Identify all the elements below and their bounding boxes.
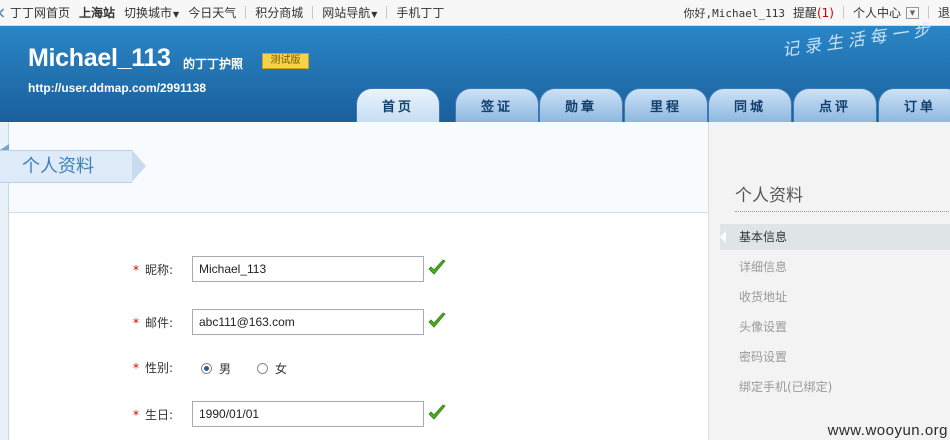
site-nav-link[interactable]: 网站导航▼ [322, 4, 377, 21]
divider [386, 6, 388, 19]
check-icon [428, 312, 446, 328]
home-icon [0, 7, 8, 18]
sidebar-title: 个人资料 [735, 186, 803, 206]
tab-local[interactable]: 同城 [708, 88, 792, 122]
gender-female-radio[interactable] [257, 362, 269, 374]
remind-link[interactable]: 提醒(1) [793, 4, 834, 21]
nickname-label: 昵称: [145, 263, 174, 277]
birthday-input[interactable] [192, 401, 424, 427]
birthday-row: * 生日: [9, 401, 708, 429]
tab-home[interactable]: 首页 [356, 88, 440, 122]
tab-visa[interactable]: 签证 [455, 88, 539, 122]
check-icon [428, 259, 446, 275]
ribbon-arrow-icon [132, 150, 146, 182]
sidebar-item-avatar[interactable]: 头像设置 [720, 314, 950, 340]
nickname-row: * 昵称: [9, 256, 708, 284]
gender-radio-group: 男 女 [201, 354, 313, 382]
divider [312, 6, 314, 19]
watermark: www.wooyun.org [827, 422, 948, 439]
switch-city-link[interactable]: 切换城市▼ [124, 4, 179, 21]
tab-reviews[interactable]: 点评 [793, 88, 877, 122]
caret-down-icon: ▼ [173, 10, 180, 19]
sidebar-item-bind-phone[interactable]: 绑定手机(已绑定) [720, 374, 950, 400]
current-city: 上海站 [79, 6, 116, 20]
switch-city-label: 切换城市 [124, 6, 173, 20]
email-input[interactable] [192, 309, 424, 335]
email-row: * 邮件: [9, 309, 708, 337]
top-bar-left: 丁丁网首页 上海站 切换城市▼ 今日天气 积分商城 网站导航▼ 手机丁丁 [0, 0, 444, 25]
required-mark: * [133, 408, 139, 422]
gender-male-radio[interactable] [201, 362, 212, 374]
username-title: Michael_113 [28, 44, 171, 72]
gender-row: * 性别: 男 女 [9, 354, 708, 382]
site-nav-label: 网站导航 [322, 6, 371, 20]
check-icon [428, 404, 446, 420]
weather-link[interactable]: 今日天气 [188, 4, 236, 21]
nickname-input[interactable] [192, 256, 424, 282]
tab-mileage[interactable]: 里程 [624, 88, 708, 122]
sidebar-divider [735, 211, 950, 212]
email-label: 邮件: [145, 316, 174, 330]
tab-orders[interactable]: 订单 [878, 88, 950, 122]
section-header: 个人资料 [0, 122, 708, 213]
beta-badge: 测试版 [262, 53, 309, 69]
required-mark: * [133, 316, 139, 330]
user-center-link[interactable]: 个人中心 [853, 4, 901, 21]
passport-label: 的丁丁护照 [183, 57, 244, 71]
greeting: 你好,Michael_113 [683, 6, 785, 20]
passport-header: Michael_113 的丁丁护照 测试版 http://user.ddmap.… [0, 20, 950, 122]
divider [842, 6, 844, 19]
logout-link[interactable]: 退 [938, 4, 950, 21]
required-mark: * [133, 263, 139, 277]
sidebar: 个人资料 基本信息 详细信息 收货地址 头像设置 密码设置 绑定手机(已绑定) [708, 122, 950, 440]
profile-url[interactable]: http://user.ddmap.com/2991138 [28, 81, 206, 95]
required-mark: * [133, 361, 139, 375]
section-title-ribbon: 个人资料 [0, 150, 152, 183]
remind-count: (1) [816, 6, 834, 20]
sidebar-item-detailed-info[interactable]: 详细信息 [720, 254, 950, 280]
remind-label: 提醒 [792, 6, 817, 20]
section-title: 个人资料 [22, 156, 94, 177]
tab-medals[interactable]: 勋章 [539, 88, 623, 122]
top-bar: 丁丁网首页 上海站 切换城市▼ 今日天气 积分商城 网站导航▼ 手机丁丁 你好,… [0, 0, 950, 26]
points-mall-link[interactable]: 积分商城 [255, 4, 303, 21]
main-content: 个人资料 * 昵称: * 邮件: * 性别: 男 女 * 生日: [0, 122, 708, 440]
caret-down-icon: ▼ [371, 10, 378, 19]
sidebar-item-basic-info[interactable]: 基本信息 [720, 224, 950, 250]
divider [245, 6, 247, 19]
gender-label: 性别: [145, 361, 174, 375]
gender-male-label[interactable]: 男 [219, 360, 231, 377]
sidebar-item-password[interactable]: 密码设置 [720, 344, 950, 370]
gender-female-label[interactable]: 女 [275, 360, 287, 377]
sidebar-item-shipping-address[interactable]: 收货地址 [720, 284, 950, 310]
home-link[interactable]: 丁丁网首页 [10, 4, 70, 21]
mobile-link[interactable]: 手机丁丁 [396, 4, 444, 21]
birthday-label: 生日: [145, 408, 174, 422]
